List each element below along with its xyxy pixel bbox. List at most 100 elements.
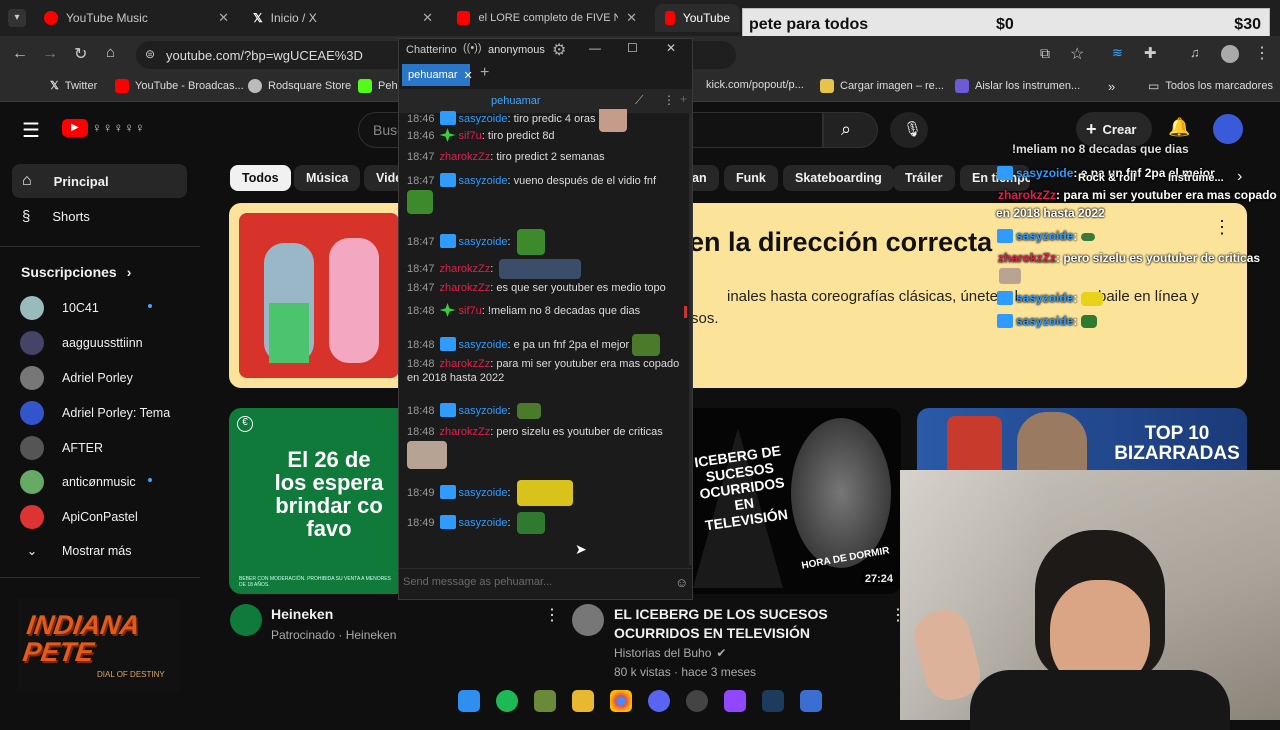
bookmark-rodsquare[interactable]: Rodsquare Store — [248, 79, 351, 93]
bookmark-aislar[interactable]: Aislar los instrumen... — [955, 79, 1080, 93]
message-username[interactable]: sasyzoide — [459, 487, 508, 499]
profile-avatar[interactable] — [1221, 45, 1239, 63]
sidebar-item-subscription[interactable]: Adriel Porley — [20, 366, 133, 390]
bookmark-kick-popout[interactable]: kick.com/popout/p... — [706, 79, 804, 91]
bookmark-twitter[interactable]: 𝕏 Twitter — [50, 79, 97, 93]
message-username[interactable]: sasyzoide — [459, 517, 508, 529]
bookmark-cargar-imagen[interactable]: Cargar imagen – re... — [820, 79, 944, 93]
message-username[interactable]: zharokzZz — [440, 151, 491, 163]
split-add-icon[interactable]: + — [680, 92, 687, 106]
video-thumbnail-heineken[interactable]: € El 26 de los espera brindar co favo BE… — [229, 408, 399, 594]
tab-x[interactable]: 𝕏 Inicio / X ✕ — [243, 4, 443, 32]
video-menu-icon[interactable]: ⋮ — [544, 605, 560, 625]
chip-trailer[interactable]: Tráiler — [893, 165, 955, 191]
close-icon[interactable]: ✕ — [626, 10, 637, 26]
moderation-icon[interactable]: ⟋ — [635, 93, 643, 108]
minimize-icon[interactable]: — — [589, 41, 601, 55]
video-thumbnail-top10[interactable]: TOP 10 BIZARRADAS — [917, 408, 1247, 470]
emote-icon[interactable] — [516, 512, 545, 534]
message-username[interactable]: sasyzoide — [459, 236, 508, 248]
sidebar-item-shorts[interactable]: § Shorts — [12, 199, 187, 233]
message-input[interactable]: Send message as pehuamar... ☺ — [399, 568, 692, 599]
channel-avatar-heineken[interactable] — [230, 604, 262, 636]
video-thumbnail-iceberg[interactable]: ICEBERG DE SUCESOS OCURRIDOS EN TELEVISI… — [693, 408, 901, 594]
extension-icon[interactable]: ≋ — [1112, 45, 1123, 61]
sidebar-item-subscription[interactable]: Adriel Porley: Tema — [20, 401, 170, 425]
home-icon[interactable]: ⌂ — [106, 44, 115, 61]
account-avatar[interactable] — [1213, 114, 1243, 144]
close-icon[interactable]: ✕ — [218, 10, 229, 26]
message-username[interactable]: zharokzZz — [440, 358, 491, 370]
obs-icon[interactable] — [686, 690, 708, 712]
tab-youtube[interactable]: YouTube — [655, 4, 740, 32]
emote-icon[interactable] — [407, 190, 433, 214]
maximize-icon[interactable]: ☐ — [627, 41, 638, 55]
channel-name[interactable]: pehuamar — [491, 95, 541, 107]
spotify-icon[interactable] — [496, 690, 518, 712]
reload-icon[interactable]: ↻ — [74, 44, 87, 64]
bookmark-youtube-broadcast[interactable]: YouTube - Broadcas... — [115, 79, 244, 93]
twitch-icon[interactable] — [724, 690, 746, 712]
chatterino-taskbar-icon[interactable] — [762, 690, 784, 712]
hamburger-menu-icon[interactable]: ☰ — [22, 118, 40, 143]
tab-search-icon[interactable]: ▾ — [8, 9, 26, 27]
emote-icon[interactable] — [516, 229, 545, 255]
emote-icon[interactable] — [632, 334, 661, 356]
close-tab-icon[interactable]: ✕ — [464, 69, 473, 82]
tab-fnaf-lore[interactable]: el LORE completo de FIVE NIGH ✕ — [447, 4, 647, 32]
sidebar-item-subscription[interactable]: 10C41 — [20, 296, 99, 320]
tab-pehuamar[interactable]: pehuamar ✕ — [402, 64, 473, 86]
close-icon[interactable]: ✕ — [422, 10, 433, 26]
search-button[interactable]: ⌕ — [823, 112, 878, 148]
message-username[interactable]: sasyzoide — [459, 405, 508, 417]
message-username[interactable]: sasyzoide — [459, 175, 508, 187]
emote-icon[interactable] — [516, 480, 573, 506]
show-more-button[interactable]: ⌄ Mostrar más — [20, 543, 132, 559]
chrome-icon[interactable] — [610, 690, 632, 712]
chip-funk[interactable]: Funk — [724, 165, 778, 191]
account-switch[interactable]: anonymous — [488, 44, 545, 56]
site-info-icon[interactable]: ⊜ — [145, 47, 155, 61]
menu-dots-icon[interactable]: ⋮ — [1254, 43, 1270, 63]
install-icon[interactable]: ⧉ — [1040, 45, 1050, 62]
channel-name-buho[interactable]: Historias del Buho ✔ — [614, 646, 726, 660]
create-button[interactable]: + Crear — [1076, 112, 1152, 146]
emote-icon[interactable] — [499, 259, 582, 279]
message-username[interactable]: sif7u — [459, 305, 482, 317]
video-title-iceberg[interactable]: EL ICEBERG DE LOS SUCESOS OCURRIDOS EN T… — [614, 605, 890, 643]
channel-menu-icon[interactable]: ⋮ — [663, 93, 675, 107]
emote-icon[interactable] — [407, 441, 447, 469]
message-username[interactable]: zharokzZz — [440, 263, 491, 275]
bookmarks-overflow[interactable]: » — [1108, 79, 1115, 94]
sidebar-item-subscription[interactable]: anticønmusic — [20, 470, 136, 494]
chip-todos[interactable]: Todos — [230, 165, 291, 191]
tab-youtube-music[interactable]: YouTube Music ✕ — [34, 4, 239, 32]
sidebar-item-subscription[interactable]: AFTER — [20, 436, 103, 460]
video-title-heineken[interactable]: Heineken — [271, 606, 333, 622]
sidebar-item-subscription[interactable]: ApiConPastel — [20, 505, 138, 529]
forward-icon[interactable]: → — [42, 45, 58, 63]
bookmark-kick[interactable]: Peh — [358, 79, 398, 93]
message-username[interactable]: zharokzZz — [440, 426, 491, 438]
banner-menu-icon[interactable]: ⋮ — [1213, 217, 1231, 238]
youtube-logo-icon[interactable]: ▶ — [62, 119, 88, 137]
message-username[interactable]: sasyzoide — [459, 113, 508, 125]
app-icon[interactable] — [800, 690, 822, 712]
media-icon[interactable]: ♫ — [1190, 45, 1200, 60]
voice-search-button[interactable]: 🎙 — [890, 112, 928, 148]
channel-avatar-buho[interactable] — [572, 604, 604, 636]
chip-musica[interactable]: Música — [294, 165, 361, 191]
add-tab-icon[interactable]: + — [480, 64, 489, 82]
close-window-icon[interactable]: ✕ — [666, 41, 676, 55]
message-username[interactable]: zharokzZz — [440, 282, 491, 294]
chat-scrollbar[interactable] — [689, 113, 692, 565]
file-explorer-icon[interactable] — [572, 690, 594, 712]
message-username[interactable]: sif7u — [459, 130, 482, 142]
emote-icon[interactable] — [516, 403, 541, 420]
chips-next-icon[interactable]: › — [1237, 168, 1242, 186]
windows-start-icon[interactable] — [458, 690, 480, 712]
subscriptions-header[interactable]: Suscripciones › — [21, 264, 131, 280]
settings-gear-icon[interactable]: ⚙ — [552, 40, 566, 60]
sidebar-item-principal[interactable]: ⌂ Principal — [12, 164, 187, 198]
game-icon[interactable] — [534, 690, 556, 712]
